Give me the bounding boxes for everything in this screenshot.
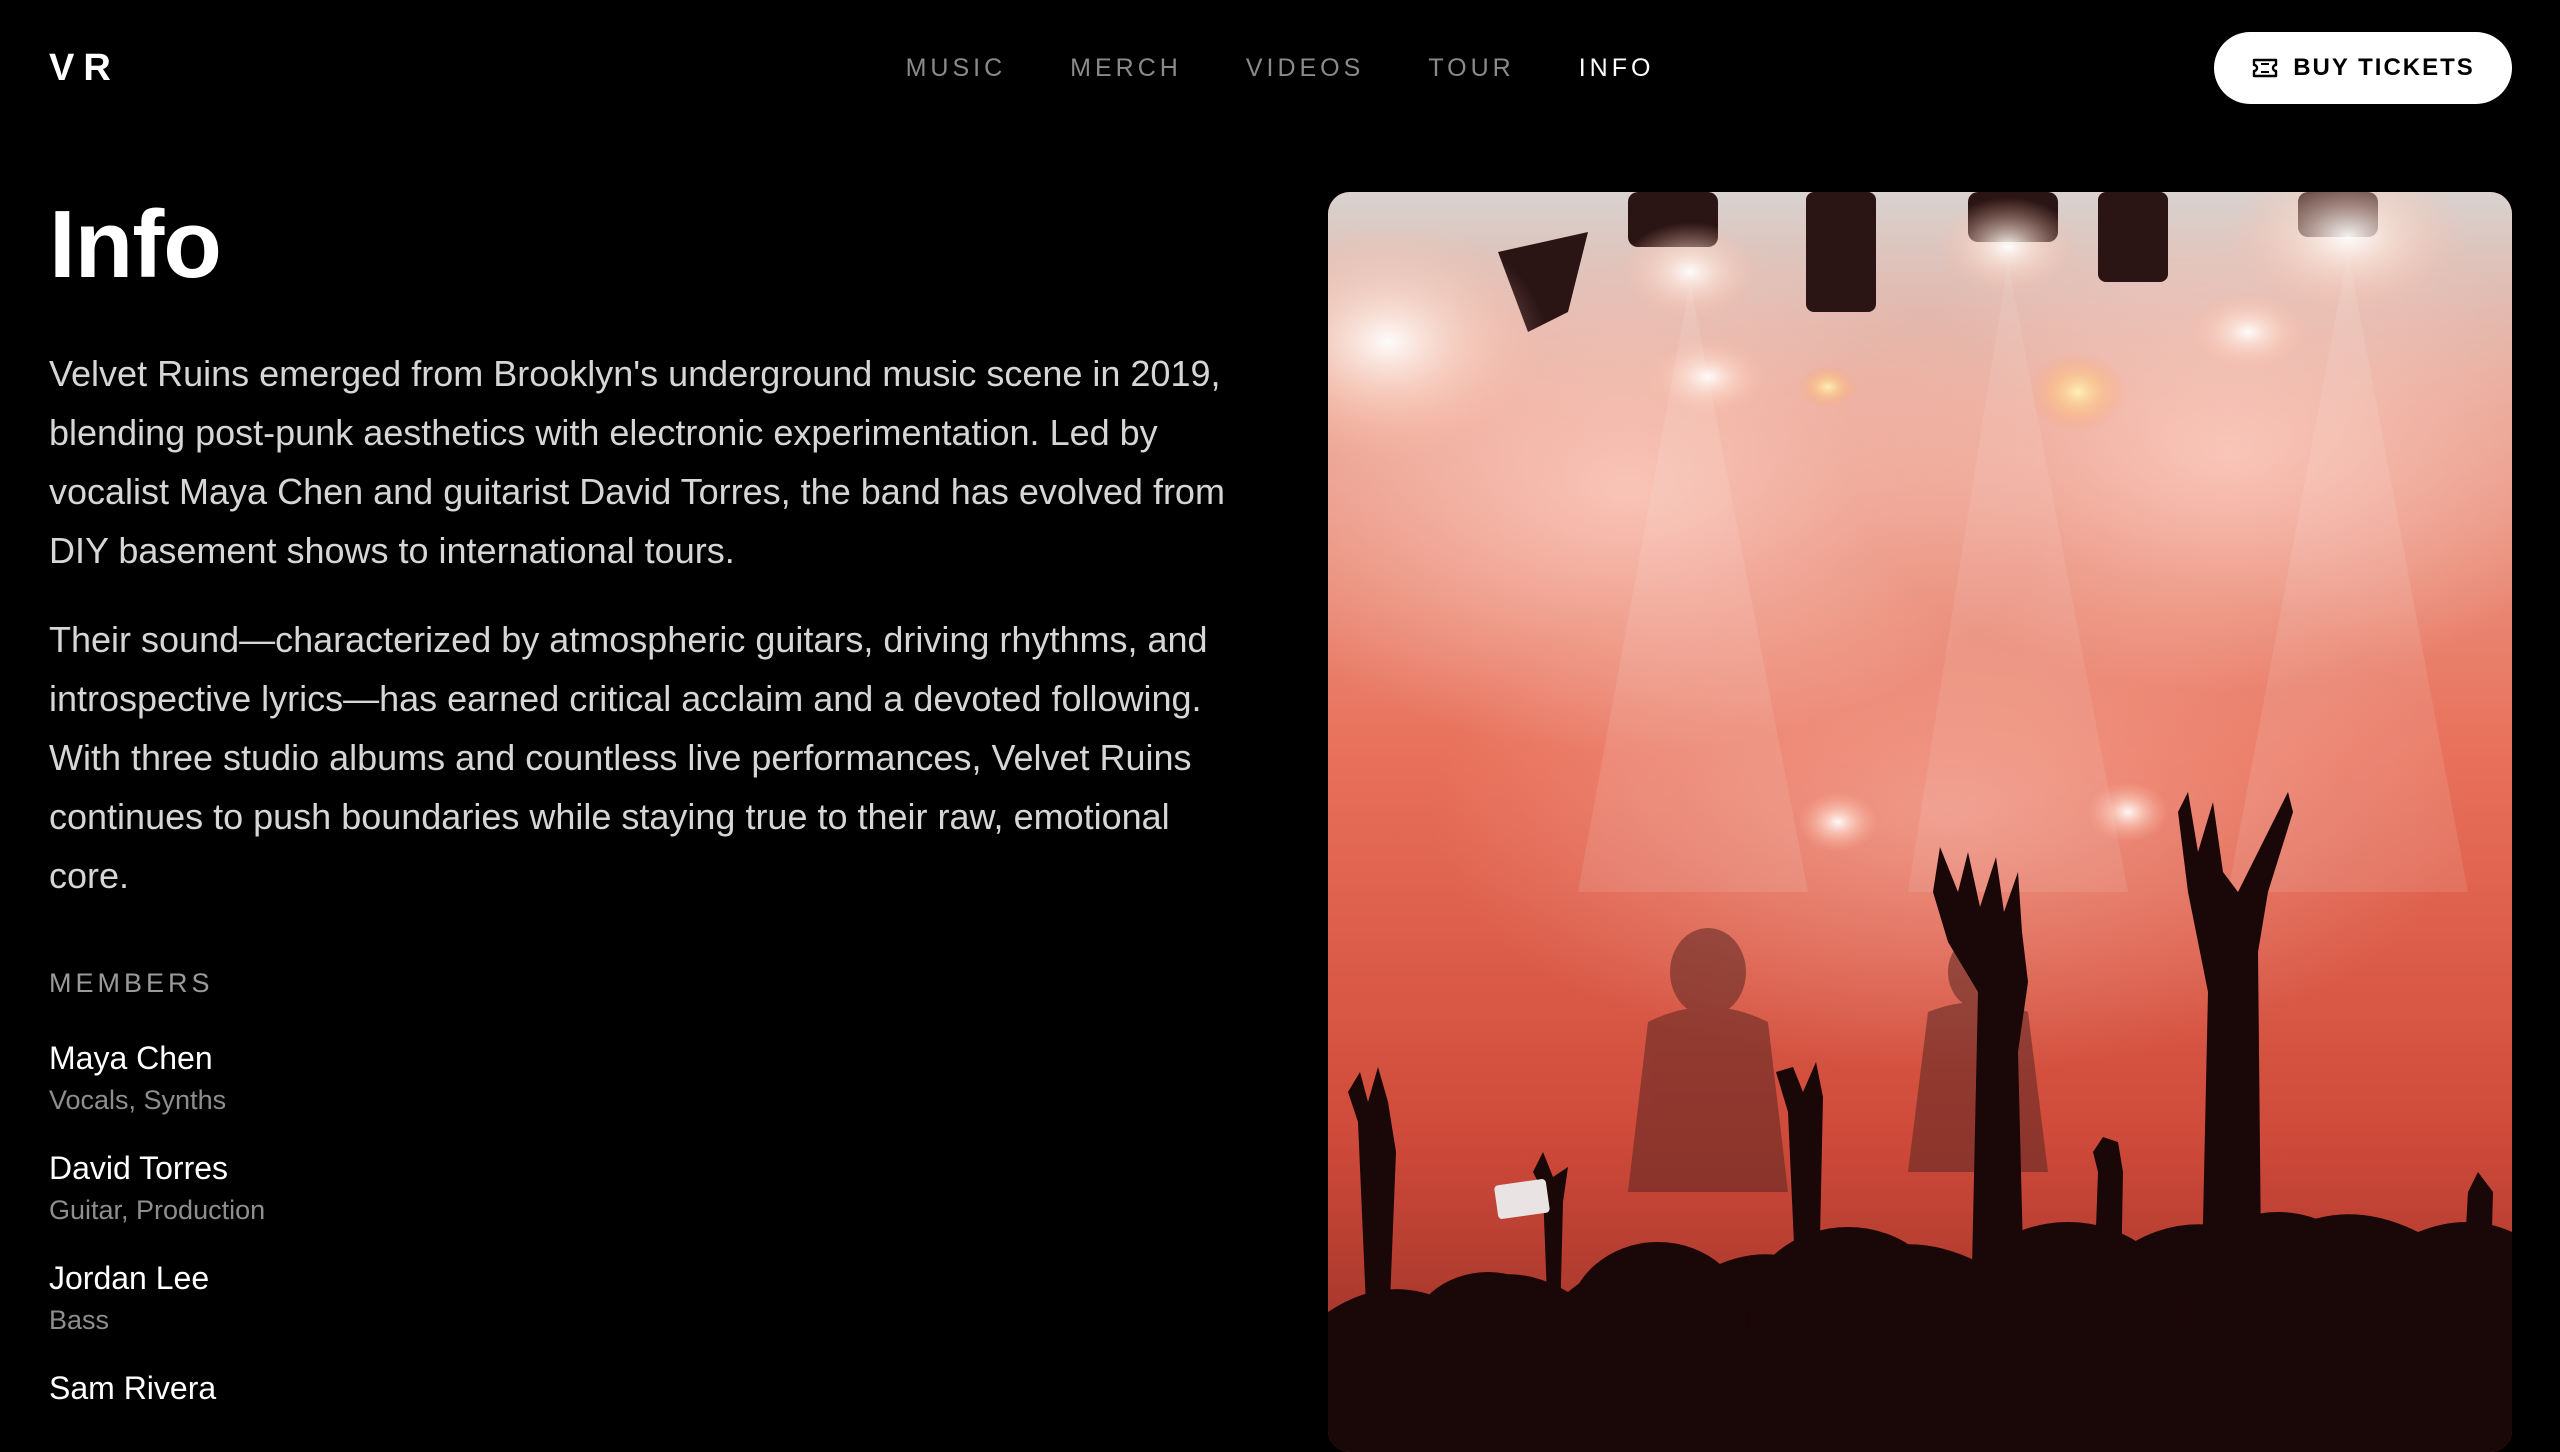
info-content: Info Velvet Ruins emerged from Brooklyn'… xyxy=(49,190,1239,1413)
nav-link-videos[interactable]: VIDEOS xyxy=(1246,48,1364,88)
bio-paragraph-2: Their sound—characterized by atmospheric… xyxy=(49,619,1208,896)
buy-tickets-label: BUY TICKETS xyxy=(2293,54,2475,81)
nav-link-merch[interactable]: MERCH xyxy=(1070,48,1182,88)
member-name: Maya Chen xyxy=(49,1040,213,1076)
member-role: Vocals, Synths xyxy=(49,1085,227,1115)
members-heading: MEMBERS xyxy=(49,968,214,998)
member-role: Guitar, Production xyxy=(49,1195,266,1225)
nav-link-music[interactable]: MUSIC xyxy=(906,48,1007,88)
member-item: David Torres Guitar, Production xyxy=(49,1149,1239,1227)
member-item: Jordan Lee Bass xyxy=(49,1259,1239,1337)
concert-photo xyxy=(1328,192,2512,1452)
buy-tickets-button[interactable]: BUY TICKETS xyxy=(2214,32,2512,104)
member-item: Sam Rivera xyxy=(49,1369,1239,1407)
member-name: Jordan Lee xyxy=(49,1260,210,1296)
concert-crowd-image xyxy=(1328,192,2512,1452)
nav-link-info[interactable]: INFO xyxy=(1579,48,1655,88)
bio-paragraph-1: Velvet Ruins emerged from Brooklyn's und… xyxy=(49,353,1225,571)
main-nav: MUSIC MERCH VIDEOS TOUR INFO xyxy=(0,48,2560,88)
logo[interactable]: VR xyxy=(49,48,120,88)
site-header: VR MUSIC MERCH VIDEOS TOUR INFO BUY TICK… xyxy=(0,0,2560,136)
member-role: Bass xyxy=(49,1305,110,1335)
member-name: Sam Rivera xyxy=(49,1370,217,1406)
nav-link-tour[interactable]: TOUR xyxy=(1428,48,1514,88)
ticket-icon xyxy=(2251,57,2279,79)
member-name: David Torres xyxy=(49,1150,229,1186)
members-list: Maya Chen Vocals, Synths David Torres Gu… xyxy=(49,1039,1239,1407)
page-title: Info xyxy=(49,191,222,298)
member-item: Maya Chen Vocals, Synths xyxy=(49,1039,1239,1117)
